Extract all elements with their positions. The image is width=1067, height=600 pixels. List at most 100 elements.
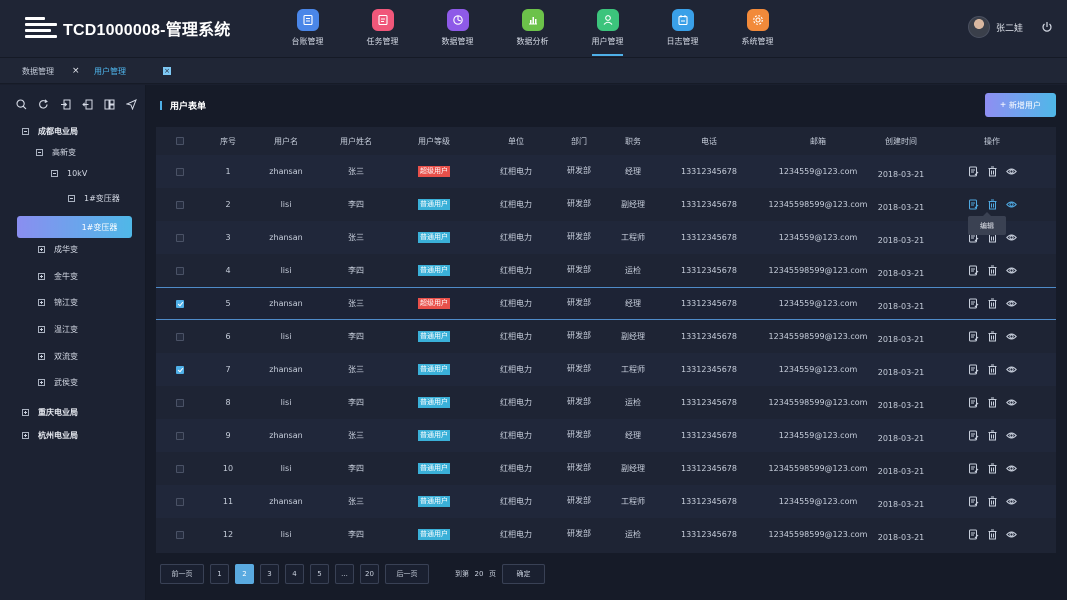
view-icon[interactable]: [1005, 463, 1017, 474]
collapse-icon[interactable]: [68, 194, 75, 202]
view-icon[interactable]: [1005, 166, 1017, 177]
edit-icon[interactable]: [968, 463, 979, 474]
view-icon[interactable]: [1005, 496, 1017, 507]
view-icon[interactable]: [1005, 430, 1017, 441]
layout-icon[interactable]: [104, 99, 115, 110]
view-icon[interactable]: [1005, 364, 1017, 375]
nav-item-chart[interactable]: 数据分析: [495, 0, 570, 58]
delete-icon[interactable]: [987, 529, 998, 540]
table-row[interactable]: 10 lisi 李四 普通用户 红相电力 研发部 副经理 13312345678 1234559…: [156, 452, 1056, 485]
view-icon[interactable]: [1005, 331, 1017, 342]
add-user-button[interactable]: + 新增用户: [985, 93, 1056, 117]
tree-node[interactable]: 10kV: [51, 165, 87, 181]
nav-item-task[interactable]: 任务管理: [345, 0, 420, 58]
table-row[interactable]: 3 zhansan 张三 普通用户 红相电力 研发部 工程师 13312345678 12345…: [156, 221, 1056, 254]
nav-item-user[interactable]: 用户管理: [570, 0, 645, 58]
edit-icon[interactable]: [968, 430, 979, 441]
tree-node[interactable]: 双流变: [38, 348, 78, 364]
table-row[interactable]: 1 zhansan 张三 超级用户 红相电力 研发部 经理 13312345678 123455…: [156, 155, 1056, 188]
page-button[interactable]: 2: [235, 564, 254, 584]
nav-item-gear[interactable]: 系统管理: [720, 0, 795, 58]
edit-icon[interactable]: [968, 364, 979, 375]
delete-icon[interactable]: [987, 298, 998, 309]
edit-icon[interactable]: [968, 529, 979, 540]
view-icon[interactable]: [1005, 265, 1017, 276]
tree-node[interactable]: 杭州电业局: [22, 427, 78, 443]
tab-data-management[interactable]: 数据管理 ×: [22, 58, 80, 84]
delete-icon[interactable]: [987, 166, 998, 177]
tree-node[interactable]: 温江变: [38, 321, 78, 337]
prev-page-button[interactable]: 前一页: [160, 564, 204, 584]
close-icon[interactable]: ×: [72, 66, 80, 76]
page-button[interactable]: 3: [260, 564, 279, 584]
delete-icon[interactable]: [987, 265, 998, 276]
delete-icon[interactable]: [987, 199, 998, 210]
edit-icon[interactable]: [968, 199, 979, 210]
send-icon[interactable]: [125, 99, 137, 111]
view-icon[interactable]: [1005, 232, 1017, 243]
confirm-button[interactable]: 确定: [502, 564, 545, 584]
nav-item-calendar[interactable]: 日志管理: [645, 0, 720, 58]
delete-icon[interactable]: [987, 463, 998, 474]
tree-node[interactable]: 重庆电业局: [22, 404, 78, 420]
table-row[interactable]: 6 lisi 李四 普通用户 红相电力 研发部 副经理 13312345678 12345598…: [156, 320, 1056, 353]
expand-icon[interactable]: [22, 431, 29, 439]
expand-icon[interactable]: [38, 352, 45, 360]
table-row[interactable]: 11 zhansan 张三 普通用户 红相电力 研发部 工程师 13312345678 1234…: [156, 485, 1056, 518]
delete-icon[interactable]: [987, 397, 998, 408]
delete-icon[interactable]: [987, 496, 998, 507]
delete-icon[interactable]: [987, 430, 998, 441]
view-icon[interactable]: [1005, 529, 1017, 540]
import-icon[interactable]: [60, 99, 71, 110]
expand-icon[interactable]: [38, 378, 45, 386]
edit-icon[interactable]: [968, 496, 979, 507]
page-button[interactable]: ...: [335, 564, 354, 584]
table-row[interactable]: 12 lisi 李四 普通用户 红相电力 研发部 运检 13312345678 12345598…: [156, 518, 1056, 551]
table-row[interactable]: 9 zhansan 张三 普通用户 红相电力 研发部 经理 13312345678 123455…: [156, 419, 1056, 452]
expand-icon[interactable]: [38, 298, 45, 306]
next-page-button[interactable]: 后一页: [385, 564, 429, 584]
edit-icon[interactable]: [968, 265, 979, 276]
table-row[interactable]: 5 zhansan 张三 超级用户 红相电力 研发部 经理 13312345678 123455…: [156, 287, 1056, 320]
nav-item-ledger[interactable]: 台账管理: [270, 0, 345, 58]
edit-icon[interactable]: [968, 298, 979, 309]
page-button[interactable]: 20: [360, 564, 379, 584]
username[interactable]: 张二娃: [996, 21, 1023, 34]
expand-icon[interactable]: [38, 325, 45, 333]
table-row[interactable]: 2 lisi 李四 普通用户 红相电力 研发部 副经理 13312345678 12345598…: [156, 188, 1056, 221]
delete-icon[interactable]: [987, 364, 998, 375]
expand-icon[interactable]: [38, 245, 45, 253]
tree-node[interactable]: 武侯变: [38, 374, 78, 390]
view-icon[interactable]: [1005, 397, 1017, 408]
search-icon[interactable]: [16, 99, 27, 110]
tree-node[interactable]: 1#变压器: [68, 190, 120, 206]
expand-icon[interactable]: [38, 272, 45, 280]
table-row[interactable]: 8 lisi 李四 普通用户 红相电力 研发部 运检 13312345678 123455985…: [156, 386, 1056, 419]
collapse-icon[interactable]: [51, 169, 58, 177]
table-row[interactable]: 7 zhansan 张三 普通用户 红相电力 研发部 工程师 13312345678 12345…: [156, 353, 1056, 386]
close-icon[interactable]: ×: [163, 67, 171, 75]
nav-item-data[interactable]: 数据管理: [420, 0, 495, 58]
power-icon[interactable]: [1041, 21, 1053, 33]
page-button[interactable]: 1: [210, 564, 229, 584]
view-icon[interactable]: [1005, 298, 1017, 309]
collapse-icon[interactable]: [36, 148, 43, 156]
tree-node-selected[interactable]: 1#变压器: [17, 216, 132, 238]
tree-node[interactable]: 成都电业局: [22, 123, 78, 139]
tree-node[interactable]: 锦江变: [38, 294, 78, 310]
collapse-icon[interactable]: [22, 127, 29, 135]
tree-node[interactable]: 成华变: [38, 241, 78, 257]
refresh-icon[interactable]: [38, 99, 49, 110]
edit-icon[interactable]: [968, 331, 979, 342]
page-button[interactable]: 5: [310, 564, 329, 584]
table-row[interactable]: 4 lisi 李四 普通用户 红相电力 研发部 运检 13312345678 123455985…: [156, 254, 1056, 287]
avatar[interactable]: [967, 16, 990, 38]
select-all-checkbox[interactable]: [176, 137, 184, 145]
tab-user-management[interactable]: 用户管理 ×: [94, 58, 171, 84]
page-button[interactable]: 4: [285, 564, 304, 584]
view-icon[interactable]: [1005, 199, 1017, 210]
edit-icon[interactable]: [968, 166, 979, 177]
tree-node[interactable]: 高新变: [36, 144, 76, 160]
edit-icon[interactable]: [968, 397, 979, 408]
expand-icon[interactable]: [22, 408, 29, 416]
